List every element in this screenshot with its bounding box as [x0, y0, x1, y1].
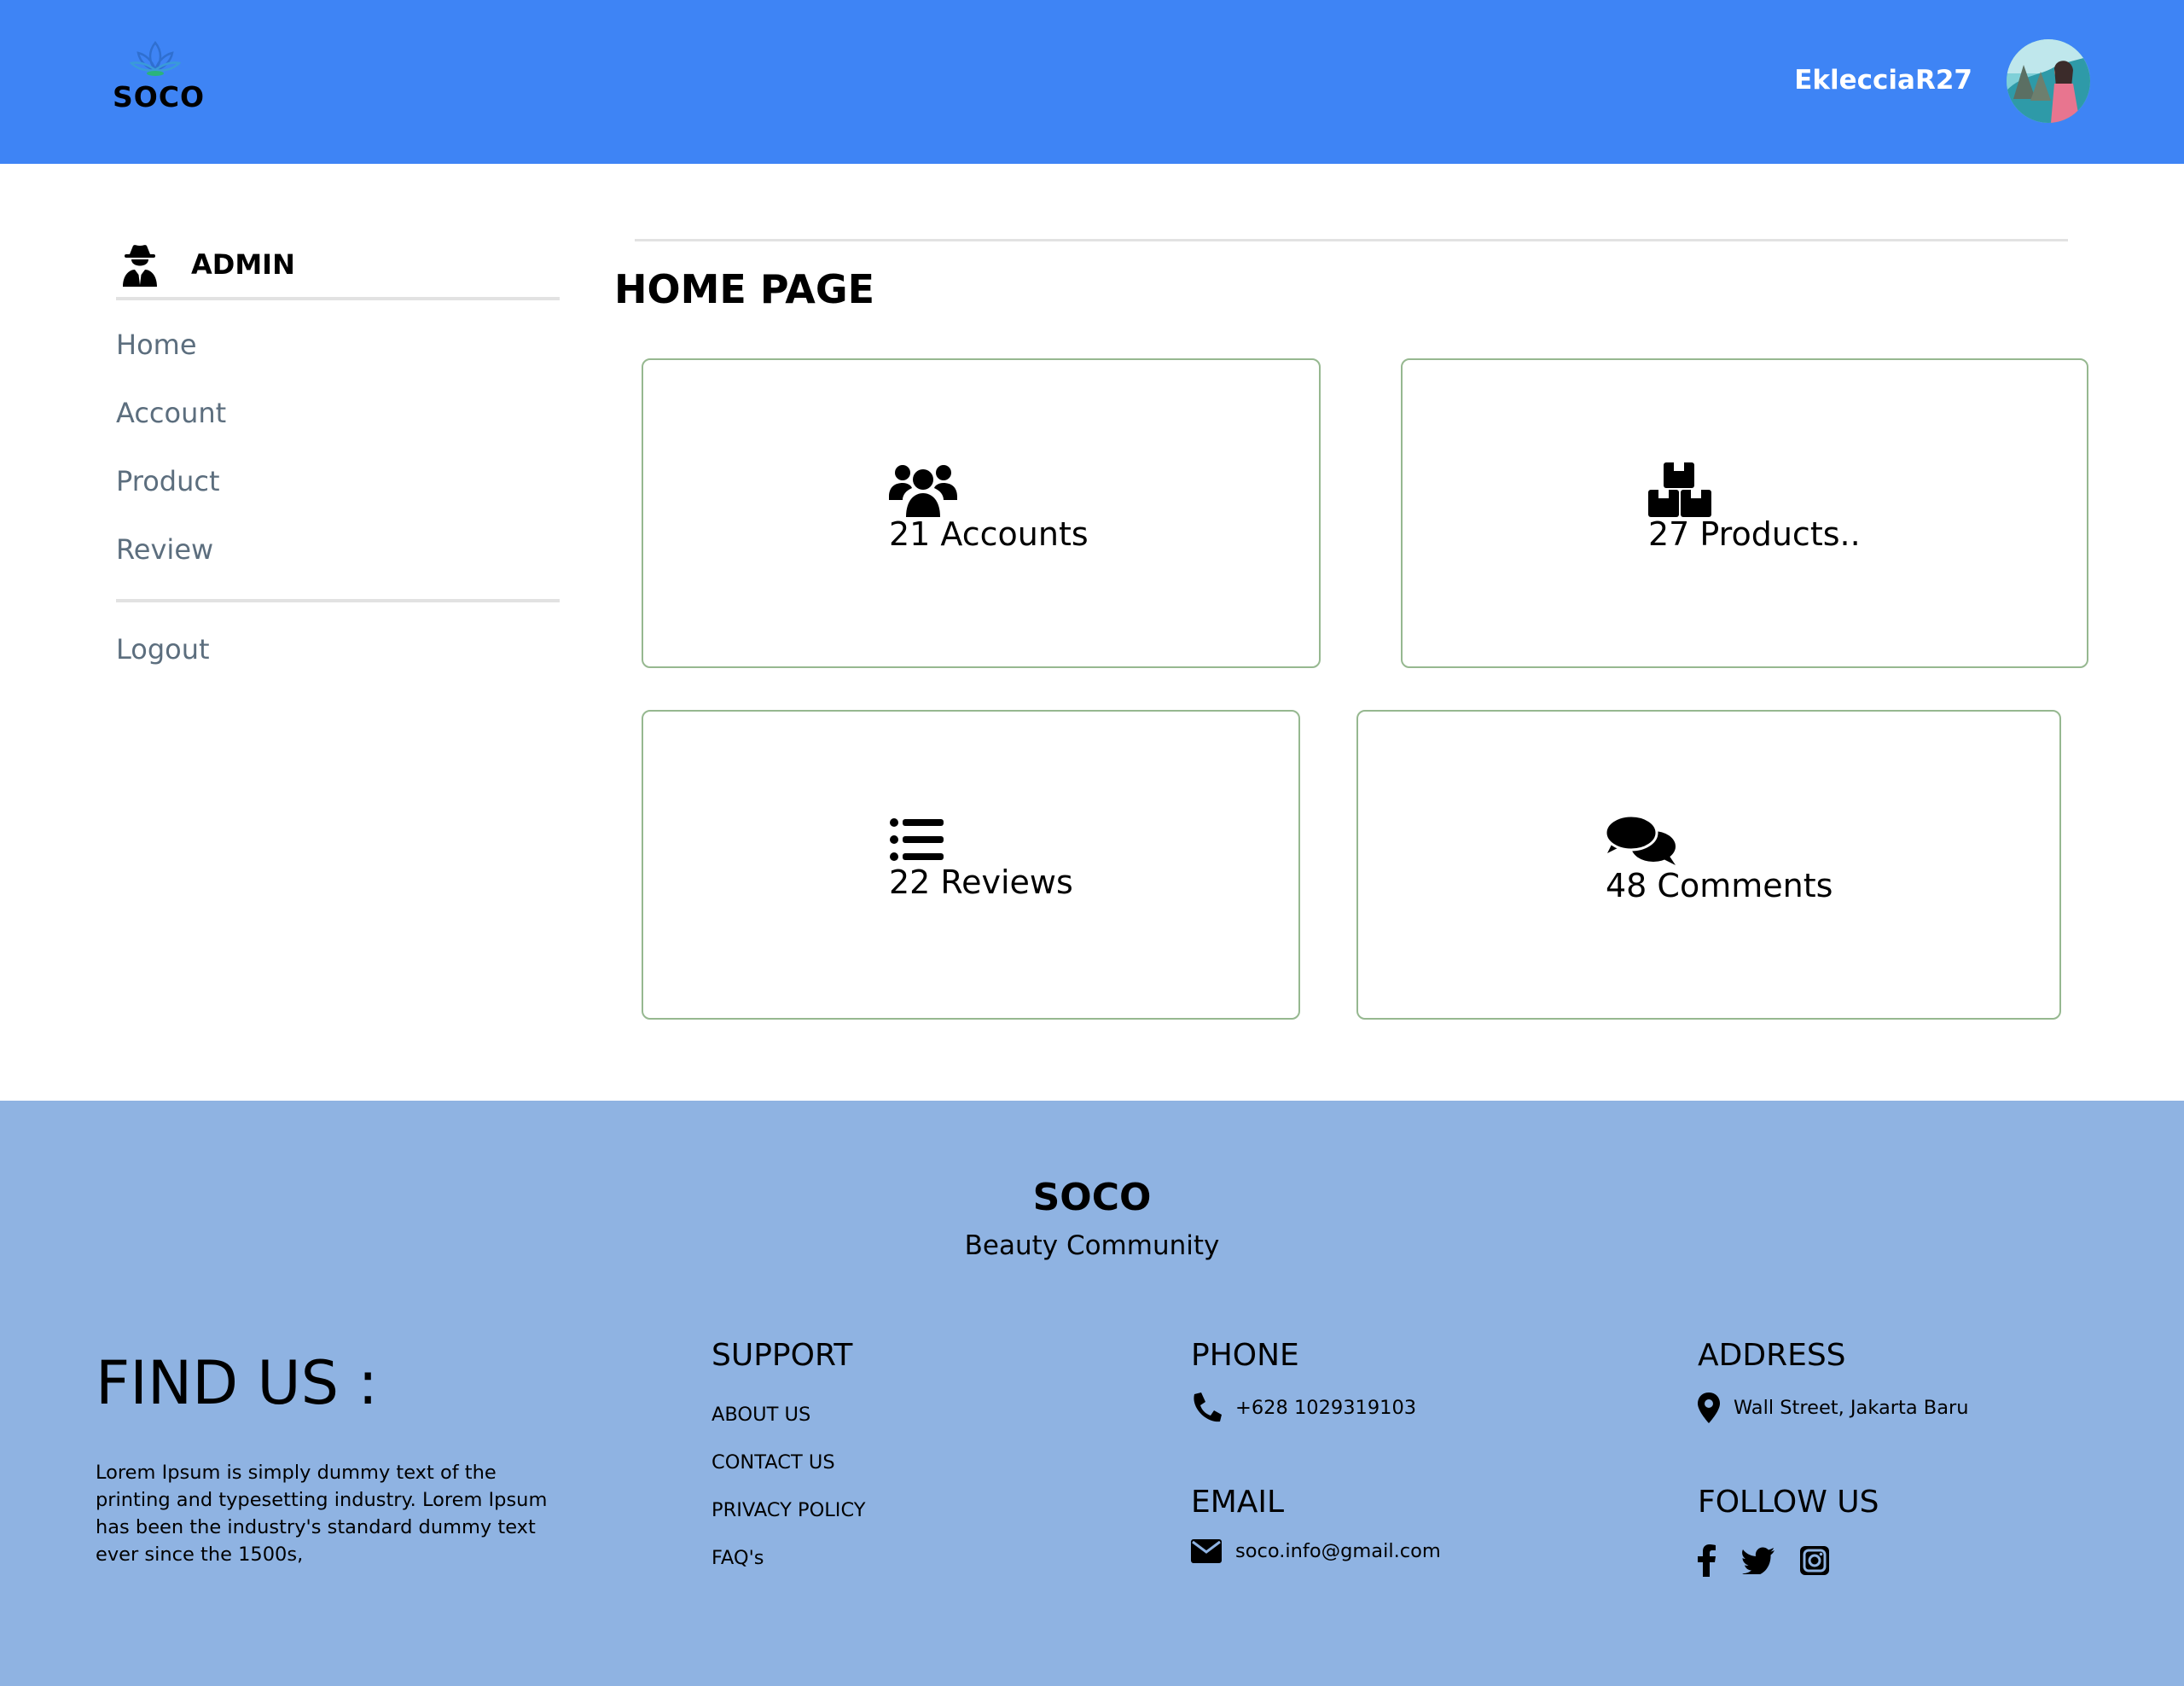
map-marker-icon	[1698, 1392, 1720, 1423]
content-divider	[635, 239, 2068, 241]
comments-count: 48 Comments	[1606, 867, 1833, 904]
avatar[interactable]	[2007, 39, 2090, 123]
phone-line: +628 1029319103	[1191, 1392, 1416, 1423]
about-us-link[interactable]: ABOUT US	[712, 1399, 866, 1447]
accounts-count: 21 Accounts	[889, 515, 1089, 553]
comments-card[interactable]: 48 Comments	[1356, 710, 2061, 1020]
reviews-card[interactable]: 22 Reviews	[642, 710, 1300, 1020]
social-links	[1698, 1544, 1855, 1581]
logo-text: SOCO	[113, 80, 206, 113]
logout-link[interactable]: Logout	[116, 633, 560, 666]
products-count: 27 Products..	[1648, 515, 1861, 553]
sidebar-item-product[interactable]: Product	[116, 447, 560, 515]
page-title: HOME PAGE	[614, 266, 875, 312]
comments-icon	[1606, 814, 1676, 865]
soco-logo[interactable]: SOCO	[113, 39, 206, 113]
facebook-icon[interactable]	[1698, 1544, 1716, 1581]
phone-heading: PHONE	[1191, 1338, 1299, 1373]
address-text: Wall Street, Jakarta Baru	[1734, 1397, 1969, 1419]
email-line: soco.info@gmail.com	[1191, 1539, 1441, 1563]
users-icon	[889, 465, 957, 517]
sidebar-item-review[interactable]: Review	[116, 515, 560, 584]
boxes-icon	[1648, 462, 1711, 517]
lotus-icon	[130, 40, 181, 76]
sidebar-nav: Home Account Product Review	[116, 311, 560, 584]
reviews-count: 22 Reviews	[889, 863, 1073, 901]
accounts-card[interactable]: 21 Accounts	[642, 358, 1321, 668]
instagram-icon[interactable]	[1800, 1546, 1829, 1579]
list-icon	[890, 818, 944, 861]
admin-header: ADMIN	[116, 232, 560, 300]
footer: SOCO Beauty Community FIND US : Lorem Ip…	[0, 1101, 2184, 1686]
find-us-heading: FIND US :	[96, 1348, 378, 1418]
privacy-policy-link[interactable]: PRIVACY POLICY	[712, 1495, 866, 1543]
support-links: ABOUT US CONTACT US PRIVACY POLICY FAQ's	[712, 1399, 866, 1590]
phone-number[interactable]: +628 1029319103	[1235, 1397, 1416, 1419]
user-secret-icon	[123, 245, 157, 287]
address-line: Wall Street, Jakarta Baru	[1698, 1392, 1969, 1423]
products-card[interactable]: 27 Products..	[1401, 358, 2088, 668]
top-header: SOCO EklecciaR27	[0, 0, 2184, 164]
sidebar-divider	[116, 599, 560, 602]
sidebar-item-account[interactable]: Account	[116, 379, 560, 447]
email-address[interactable]: soco.info@gmail.com	[1235, 1540, 1441, 1562]
twitter-icon[interactable]	[1742, 1547, 1774, 1578]
avatar-image	[2007, 39, 2090, 123]
follow-heading: FOLLOW US	[1698, 1485, 1879, 1520]
phone-icon	[1194, 1392, 1222, 1422]
sidebar: ADMIN Home Account Product Review Logout	[116, 232, 560, 666]
faqs-link[interactable]: FAQ's	[712, 1543, 866, 1590]
username[interactable]: EklecciaR27	[1794, 65, 1972, 96]
address-heading: ADDRESS	[1698, 1338, 1846, 1373]
support-heading: SUPPORT	[712, 1338, 853, 1373]
envelope-icon	[1191, 1539, 1222, 1563]
footer-brand: SOCO	[1032, 1176, 1152, 1219]
admin-label: ADMIN	[191, 248, 295, 281]
footer-description: Lorem Ipsum is simply dummy text of the …	[96, 1462, 548, 1566]
footer-tagline: Beauty Community	[964, 1230, 1220, 1261]
contact-us-link[interactable]: CONTACT US	[712, 1447, 866, 1495]
sidebar-item-home[interactable]: Home	[116, 311, 560, 379]
email-heading: EMAIL	[1191, 1485, 1285, 1520]
